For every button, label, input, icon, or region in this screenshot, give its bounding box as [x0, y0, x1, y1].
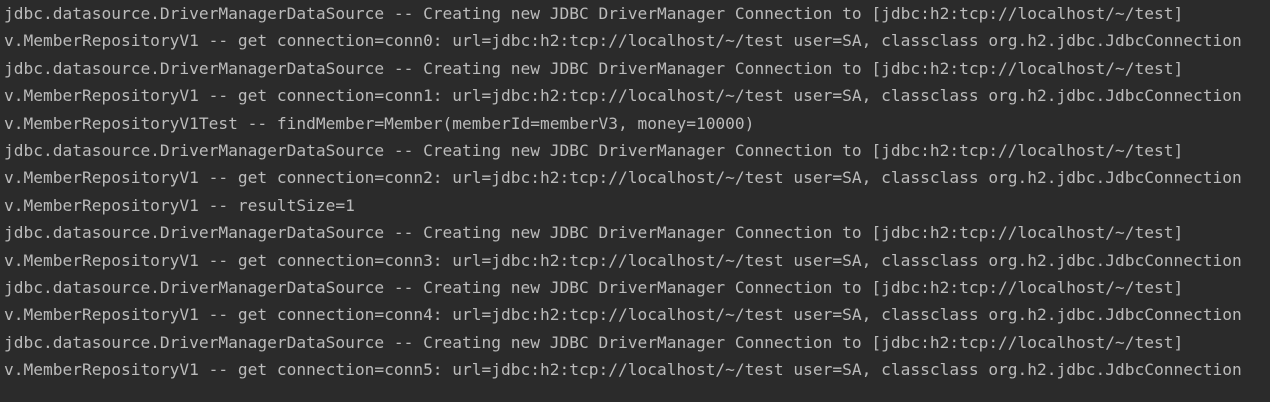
log-line: v.MemberRepositoryV1 -- get connection=c…	[4, 31, 1242, 51]
log-line: v.MemberRepositoryV1 -- get connection=c…	[4, 305, 1242, 325]
log-line: v.MemberRepositoryV1 -- get connection=c…	[4, 360, 1242, 380]
log-line: v.MemberRepositoryV1Test -- findMember=M…	[4, 113, 755, 133]
log-line: v.MemberRepositoryV1 -- resultSize=1	[4, 195, 355, 215]
log-line: jdbc.datasource.DriverManagerDataSource …	[4, 277, 1184, 297]
log-line: jdbc.datasource.DriverManagerDataSource …	[4, 4, 1184, 23]
log-lines: jdbc.datasource.DriverManagerDataSource …	[0, 0, 1242, 383]
log-line: jdbc.datasource.DriverManagerDataSource …	[4, 58, 1184, 78]
log-line: v.MemberRepositoryV1 -- get connection=c…	[4, 250, 1242, 270]
log-line: jdbc.datasource.DriverManagerDataSource …	[4, 332, 1184, 352]
log-line: jdbc.datasource.DriverManagerDataSource …	[4, 140, 1184, 160]
log-line: jdbc.datasource.DriverManagerDataSource …	[4, 223, 1184, 243]
console-output-panel[interactable]: jdbc.datasource.DriverManagerDataSource …	[0, 0, 1270, 402]
log-line: v.MemberRepositoryV1 -- get connection=c…	[4, 86, 1242, 106]
log-line: v.MemberRepositoryV1 -- get connection=c…	[4, 168, 1242, 188]
